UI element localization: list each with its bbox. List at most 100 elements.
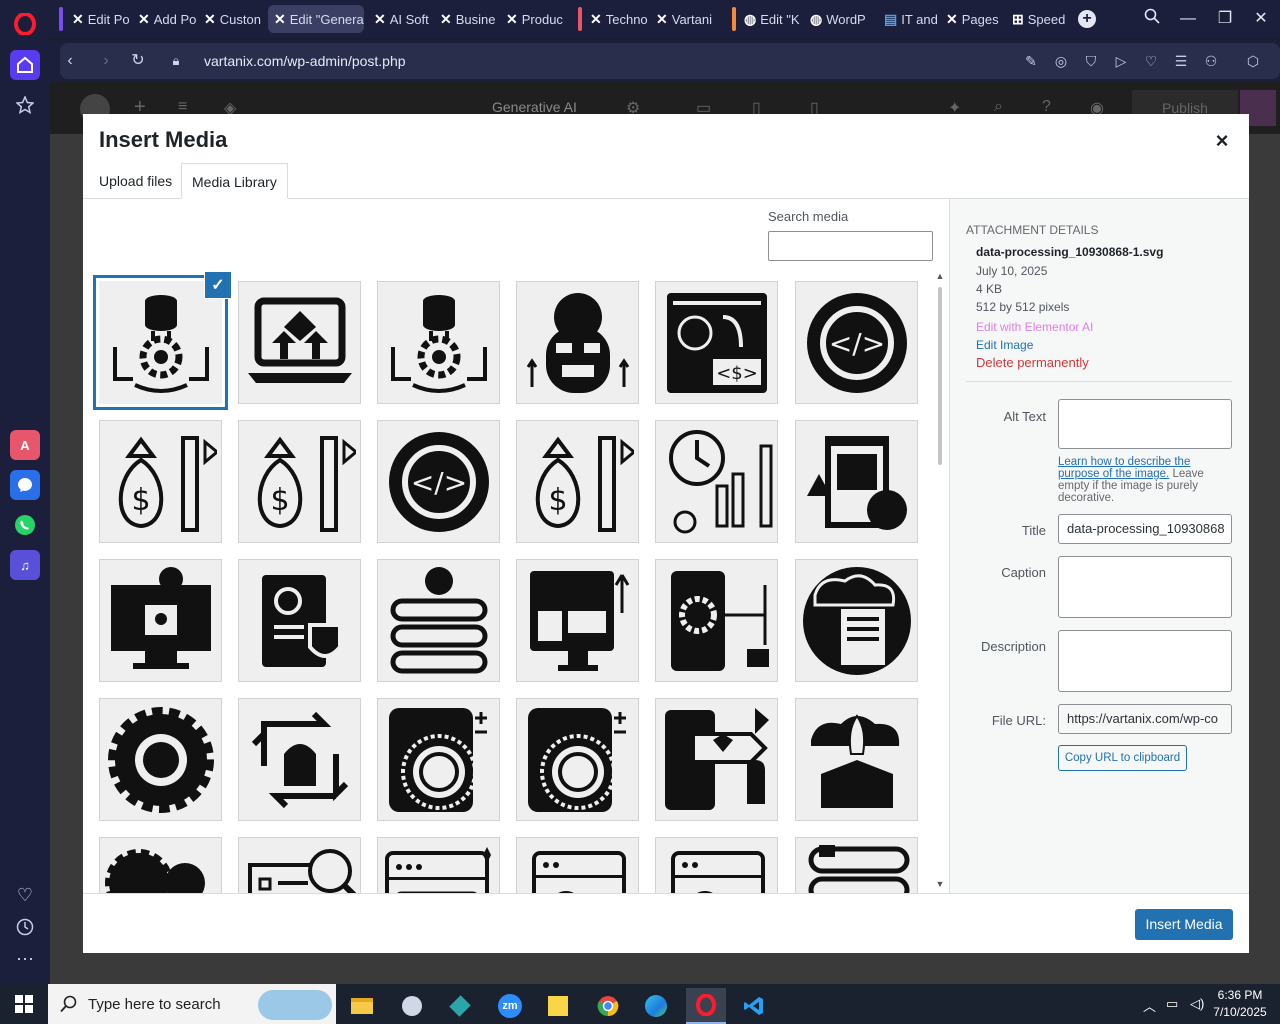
- send-icon[interactable]: ▷: [1112, 52, 1130, 70]
- tab-search-icon[interactable]: [1140, 8, 1164, 30]
- insert-media-button[interactable]: Insert Media: [1135, 909, 1233, 940]
- attachment-thumbnail[interactable]: [655, 420, 778, 543]
- network-icon[interactable]: ▭: [1166, 996, 1178, 1012]
- alt-text-field[interactable]: [1058, 399, 1232, 449]
- tab-6[interactable]: ✕ Produc: [500, 5, 564, 33]
- chrome-icon[interactable]: [588, 988, 628, 1024]
- tab-4[interactable]: ✕ AI Soft: [368, 5, 432, 33]
- back-arrow-icon[interactable]: ‹: [60, 51, 80, 71]
- star-bookmark-icon[interactable]: [10, 90, 40, 120]
- attachment-thumbnail[interactable]: [655, 698, 778, 821]
- tab-13[interactable]: ⊞ Speed: [1006, 5, 1070, 33]
- attachment-thumbnail[interactable]: [516, 559, 639, 682]
- reload-icon[interactable]: ↻: [128, 51, 148, 71]
- history-clock-icon[interactable]: [10, 912, 40, 942]
- extensions-cube-icon[interactable]: ⬡: [1244, 52, 1262, 70]
- attachment-thumbnail[interactable]: [795, 559, 918, 682]
- attachment-thumbnail[interactable]: [238, 281, 361, 404]
- heart-icon[interactable]: ♡: [1142, 52, 1160, 70]
- attachment-thumbnail[interactable]: [377, 837, 500, 893]
- tab-1[interactable]: ✕ Add Po: [132, 5, 196, 33]
- home-icon[interactable]: [10, 50, 40, 80]
- attachment-thumbnail[interactable]: [99, 837, 222, 893]
- attachment-thumbnail[interactable]: [238, 837, 361, 893]
- attachment-thumbnail[interactable]: [377, 698, 500, 821]
- taskbar-search-box[interactable]: Type here to search: [48, 984, 336, 1024]
- system-clock[interactable]: 6:36 PM 7/10/2025: [1210, 987, 1270, 1021]
- edit-image-link[interactable]: Edit Image: [976, 338, 1033, 352]
- minimize-button[interactable]: —: [1176, 8, 1200, 30]
- attachment-thumbnail[interactable]: [238, 698, 361, 821]
- attachment-thumbnail[interactable]: [516, 698, 639, 821]
- windows-start-icon[interactable]: [0, 984, 48, 1024]
- 3d-app-icon[interactable]: [440, 988, 480, 1024]
- attachment-thumbnail[interactable]: [377, 281, 500, 404]
- selected-check-icon[interactable]: ✓: [205, 272, 231, 298]
- adblock-shield-icon[interactable]: ⛉: [1082, 52, 1100, 70]
- music-player-icon[interactable]: ♫: [10, 550, 40, 580]
- edit-url-icon[interactable]: ✎: [1022, 52, 1040, 70]
- new-tab-button[interactable]: +: [1078, 10, 1096, 28]
- attachment-thumbnail[interactable]: [516, 837, 639, 893]
- tab-upload-files[interactable]: Upload files: [89, 163, 182, 199]
- attachment-thumbnail[interactable]: </>: [377, 420, 500, 543]
- attachment-thumbnail[interactable]: $: [99, 420, 222, 543]
- close-window-button[interactable]: ✕: [1249, 8, 1273, 30]
- attachment-thumbnail[interactable]: [795, 698, 918, 821]
- attachment-thumbnail[interactable]: [99, 698, 222, 821]
- attachment-thumbnail[interactable]: <$>: [655, 281, 778, 404]
- attachment-thumbnail[interactable]: $: [238, 420, 361, 543]
- copy-url-button[interactable]: Copy URL to clipboard: [1058, 745, 1187, 771]
- attachment-thumbnail[interactable]: [238, 559, 361, 682]
- attachment-thumbnail[interactable]: [99, 559, 222, 682]
- tab-9[interactable]: ◍ Edit "K: [738, 5, 802, 33]
- snapshot-camera-icon[interactable]: ◎: [1052, 52, 1070, 70]
- sticky-notes-icon[interactable]: [538, 988, 578, 1024]
- volume-icon[interactable]: ◁): [1190, 996, 1204, 1012]
- tab-2[interactable]: ✕ Custon: [198, 5, 262, 33]
- tab-0[interactable]: ✕ Edit Po: [66, 5, 130, 33]
- scrollbar-thumb[interactable]: [938, 287, 942, 465]
- forward-arrow-icon[interactable]: ›: [96, 51, 116, 71]
- tab-12[interactable]: ✕ Pages: [940, 5, 1004, 33]
- scroll-up-arrow-icon[interactable]: ▲: [935, 271, 945, 281]
- vscode-icon[interactable]: [734, 988, 774, 1024]
- whatsapp-icon[interactable]: [10, 510, 40, 540]
- attachment-thumbnail[interactable]: $: [516, 420, 639, 543]
- lock-icon[interactable]: 🔒︎: [166, 51, 186, 71]
- attachment-thumbnail[interactable]: [795, 420, 918, 543]
- aria-ai-icon[interactable]: A: [10, 430, 40, 460]
- easy-setup-icon[interactable]: ☰: [1172, 52, 1190, 70]
- edge-icon[interactable]: [636, 988, 676, 1024]
- maximize-button[interactable]: ❐: [1213, 8, 1237, 30]
- title-field[interactable]: data-processing_10930868: [1058, 514, 1232, 544]
- tab-5[interactable]: ✕ Busine: [434, 5, 498, 33]
- file-explorer-icon[interactable]: [342, 988, 382, 1024]
- attachment-thumbnail[interactable]: [377, 559, 500, 682]
- url-text[interactable]: vartanix.com/wp-admin/post.php: [204, 53, 406, 69]
- show-hidden-icons-icon[interactable]: ︿: [1143, 996, 1156, 1015]
- attachment-thumbnail[interactable]: [516, 281, 639, 404]
- attachment-thumbnail[interactable]: ✓: [99, 272, 231, 404]
- opera-taskbar-icon[interactable]: [686, 988, 726, 1024]
- edit-with-elementor-ai-link[interactable]: Edit with Elementor AI: [976, 320, 1093, 334]
- profile-icon[interactable]: ⚇: [1202, 52, 1220, 70]
- file-url-field[interactable]: https://vartanix.com/wp-co: [1058, 704, 1232, 734]
- attachment-thumbnail[interactable]: [795, 837, 918, 893]
- tab-3-active[interactable]: ✕ Edit "Genera: [268, 5, 364, 33]
- messenger-icon[interactable]: [10, 470, 40, 500]
- close-icon[interactable]: ×: [1207, 126, 1237, 156]
- more-dots-icon[interactable]: ⋯: [10, 944, 40, 974]
- zoom-icon[interactable]: zm: [490, 988, 530, 1024]
- tab-10[interactable]: ◍ WordP: [804, 5, 868, 33]
- delete-permanently-link[interactable]: Delete permanently: [976, 355, 1089, 370]
- attachment-thumbnail[interactable]: [655, 837, 778, 893]
- heart-icon[interactable]: ♡: [10, 880, 40, 910]
- tab-7[interactable]: ✕ Techno: [584, 5, 648, 33]
- caption-field[interactable]: [1058, 556, 1232, 618]
- description-field[interactable]: [1058, 630, 1232, 692]
- tab-11[interactable]: ▤ IT and: [878, 5, 942, 33]
- attachment-thumbnail[interactable]: </>: [795, 281, 918, 404]
- tab-media-library[interactable]: Media Library: [181, 163, 288, 199]
- tab-8[interactable]: ✕ Vartani: [650, 5, 714, 33]
